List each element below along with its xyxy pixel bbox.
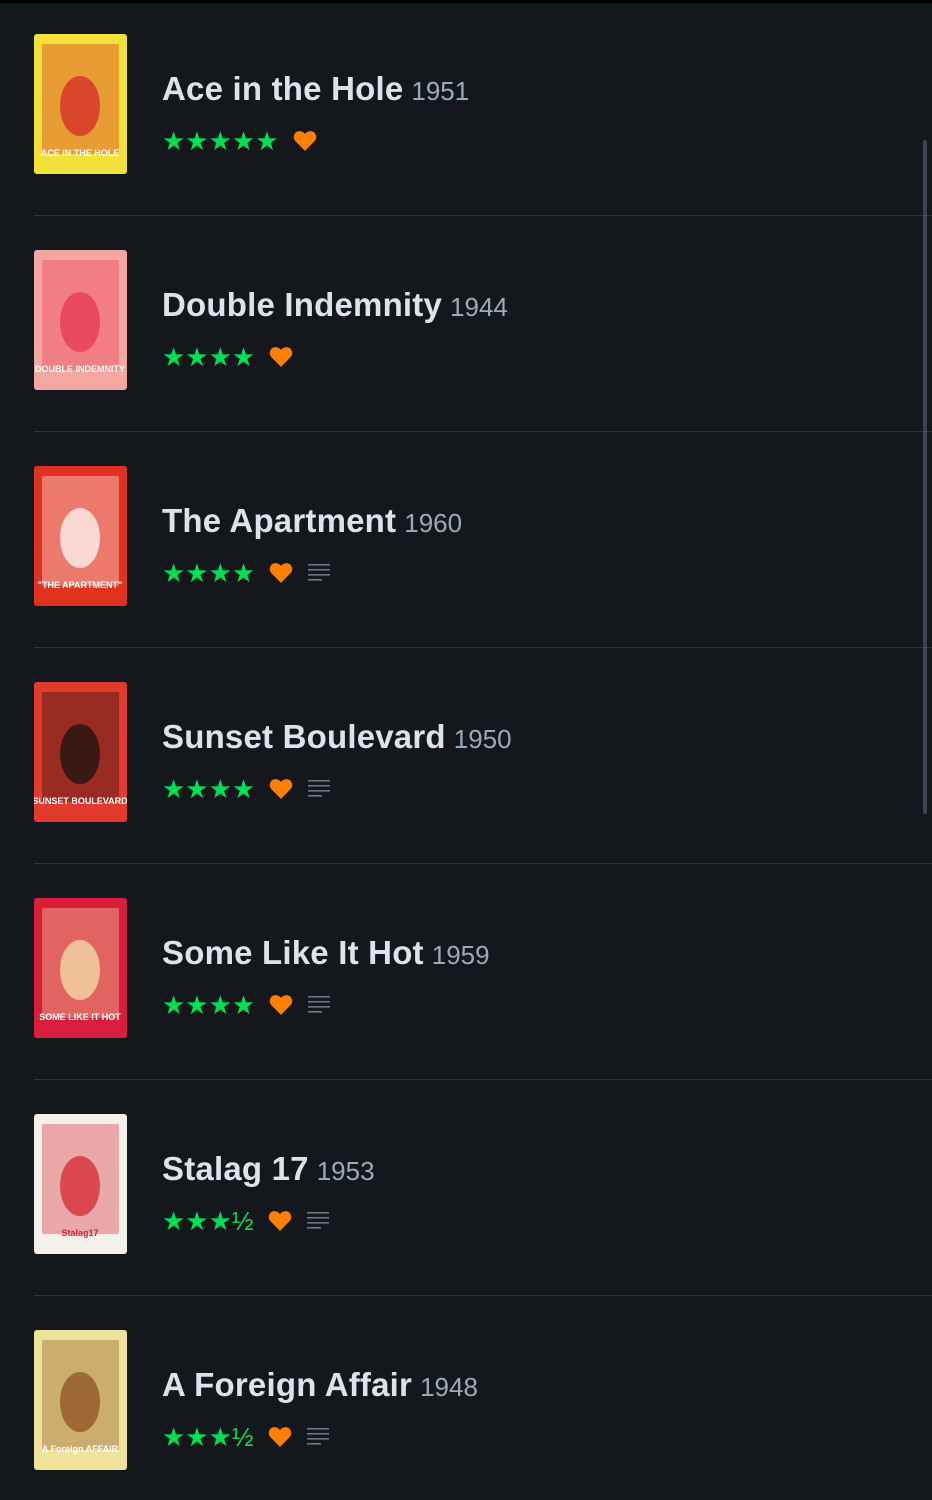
poster-art: SOME LIKE IT HOT [34,898,127,1038]
poster-title-text: SUNSET BOULEVARD [34,796,127,806]
film-row[interactable]: "THE APARTMENT" The Apartment 1960 ★★★★ [0,432,932,648]
review-lines-icon [308,564,331,581]
film-poster[interactable]: SUNSET BOULEVARD [34,682,127,822]
film-info: Ace in the Hole 1951 ★★★★★ [162,70,469,155]
poster-title-text: Stalag17 [61,1228,98,1238]
film-year[interactable]: 1951 [411,76,469,106]
star-rating: ★★★½ [162,1422,254,1452]
film-title-line: Ace in the Hole 1951 [162,70,469,115]
film-title-line: Double Indemnity 1944 [162,286,508,331]
liked-heart-icon [269,563,293,583]
film-info: Double Indemnity 1944 ★★★★ [162,286,508,371]
film-title-line: Sunset Boulevard 1950 [162,718,512,763]
film-title-line: A Foreign Affair 1948 [162,1366,478,1411]
film-row[interactable]: Stalag17 Stalag 17 1953 ★★★½ [0,1080,932,1296]
poster-art: SUNSET BOULEVARD [34,682,127,822]
star-rating: ★★★★ [162,990,256,1020]
film-row[interactable]: A Foreign AFFAIR A Foreign Affair 1948 ★★… [0,1296,932,1500]
poster-title-text: A Foreign AFFAIR [42,1444,119,1454]
poster-art: "THE APARTMENT" [34,466,127,606]
film-title[interactable]: Some Like It Hot [162,934,424,971]
film-title[interactable]: Stalag 17 [162,1150,309,1187]
liked-heart-icon [269,995,293,1015]
film-poster[interactable]: Stalag17 [34,1114,127,1254]
film-year[interactable]: 1960 [404,508,462,538]
film-title[interactable]: Sunset Boulevard [162,718,446,755]
liked-heart-icon [268,1427,291,1447]
film-title[interactable]: A Foreign Affair [162,1366,412,1403]
star-rating: ★★★★ [162,774,256,804]
film-row[interactable]: DOUBLE INDEMNITY Double Indemnity 1944 ★★… [0,216,932,432]
star-rating: ★★★★ [162,558,256,588]
star-rating: ★★★★★ [162,126,279,156]
review-lines-icon [306,1428,329,1445]
liked-heart-icon [269,779,293,799]
film-year[interactable]: 1959 [432,940,490,970]
star-rating: ★★★½ [162,1206,254,1236]
liked-heart-icon [293,131,316,151]
film-info: A Foreign Affair 1948 ★★★½ [162,1366,478,1451]
review-lines-icon [308,780,331,797]
film-poster[interactable]: ACE IN THE HOLE [34,34,127,174]
film-meta: ★★★★★ [162,127,469,155]
film-poster[interactable]: SOME LIKE IT HOT [34,898,127,1038]
film-row[interactable]: ACE IN THE HOLE Ace in the Hole 1951 ★★★★… [0,0,932,216]
film-info: Some Like It Hot 1959 ★★★★ [162,934,490,1019]
liked-heart-icon [269,347,293,367]
film-info: Sunset Boulevard 1950 ★★★★ [162,718,512,803]
film-meta: ★★★½ [162,1207,375,1235]
film-poster[interactable]: "THE APARTMENT" [34,466,127,606]
poster-art: DOUBLE INDEMNITY [34,250,127,390]
film-title[interactable]: The Apartment [162,502,396,539]
film-year[interactable]: 1953 [317,1156,375,1186]
film-title[interactable]: Ace in the Hole [162,70,403,107]
star-rating: ★★★★ [162,342,256,372]
film-row[interactable]: SOME LIKE IT HOT Some Like It Hot 1959 ★★… [0,864,932,1080]
film-row[interactable]: SUNSET BOULEVARD Sunset Boulevard 1950 ★★… [0,648,932,864]
poster-title-text: "THE APARTMENT" [38,580,123,590]
poster-title-text: DOUBLE INDEMNITY [35,364,125,374]
film-meta: ★★★★ [162,343,508,371]
film-year[interactable]: 1948 [420,1372,478,1402]
poster-title-text: ACE IN THE HOLE [41,148,120,158]
film-meta: ★★★★ [162,559,462,587]
film-title[interactable]: Double Indemnity [162,286,442,323]
liked-heart-icon [268,1211,291,1231]
film-poster[interactable]: DOUBLE INDEMNITY [34,250,127,390]
film-meta: ★★★★ [162,775,512,803]
film-meta: ★★★½ [162,1423,478,1451]
poster-art: ACE IN THE HOLE [34,34,127,174]
film-list: ACE IN THE HOLE Ace in the Hole 1951 ★★★★… [0,0,932,1500]
film-year[interactable]: 1944 [450,292,508,322]
scrollbar[interactable] [923,140,927,814]
poster-art: Stalag17 [34,1114,127,1254]
poster-art: A Foreign AFFAIR [34,1330,127,1470]
poster-title-text: SOME LIKE IT HOT [39,1012,121,1022]
film-diary-screen: ACE IN THE HOLE Ace in the Hole 1951 ★★★★… [0,0,932,1500]
film-title-line: The Apartment 1960 [162,502,462,547]
review-lines-icon [308,996,331,1013]
review-lines-icon [306,1212,329,1229]
film-info: The Apartment 1960 ★★★★ [162,502,462,587]
film-title-line: Some Like It Hot 1959 [162,934,490,979]
film-year[interactable]: 1950 [454,724,512,754]
film-poster[interactable]: A Foreign AFFAIR [34,1330,127,1470]
film-info: Stalag 17 1953 ★★★½ [162,1150,375,1235]
film-meta: ★★★★ [162,991,490,1019]
film-title-line: Stalag 17 1953 [162,1150,375,1195]
